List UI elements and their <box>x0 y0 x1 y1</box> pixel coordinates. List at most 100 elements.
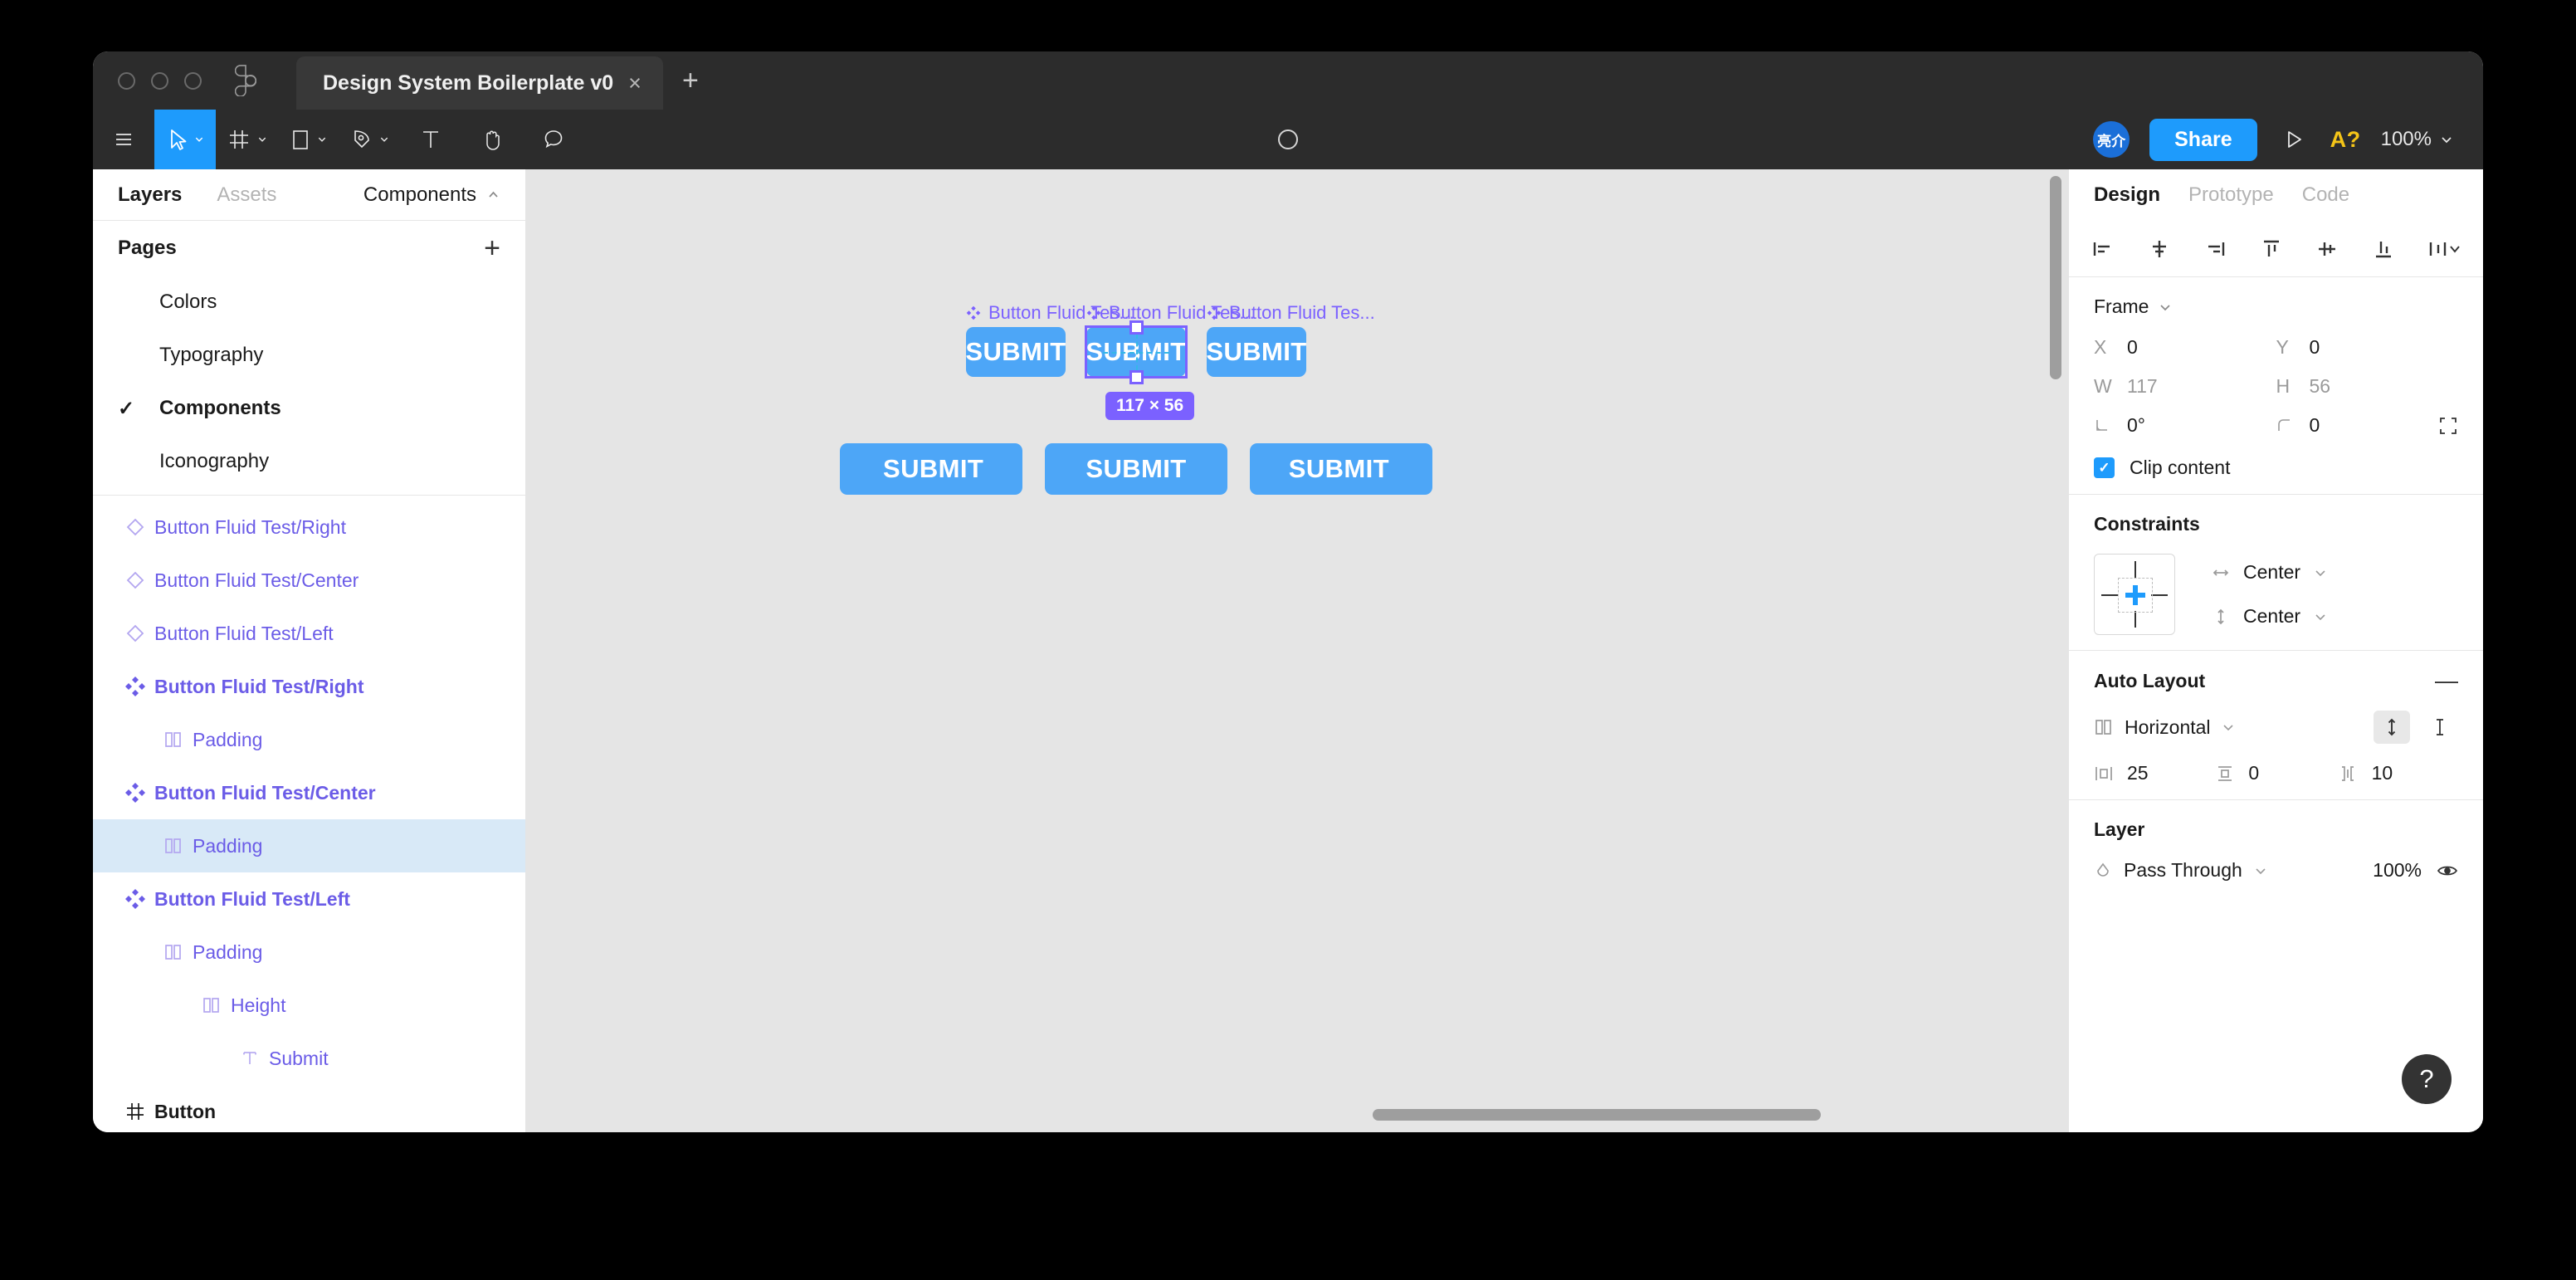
page-item-iconography[interactable]: Iconography <box>93 435 525 488</box>
blend-mode-value[interactable]: Pass Through <box>2124 859 2242 882</box>
text-tool-button[interactable] <box>400 110 461 169</box>
auto-layout-spacing-value: 25 <box>2127 762 2149 784</box>
components-dropdown[interactable]: Components <box>363 183 500 207</box>
layer-row[interactable]: Height <box>93 979 525 1032</box>
selection-size-badge: 117 × 56 <box>1105 392 1195 420</box>
corner-radius-field[interactable]: 0 <box>2276 414 2459 437</box>
x-field[interactable]: X 0 <box>2094 336 2276 359</box>
layer-name: Padding <box>193 834 263 857</box>
layer-row[interactable]: Button Fluid Test/Left <box>93 872 525 926</box>
eye-icon[interactable] <box>2437 862 2458 879</box>
layer-row[interactable]: Button <box>93 1085 525 1132</box>
frame-type-dropdown[interactable]: Frame <box>2094 296 2458 318</box>
auto-layout-spacing-field[interactable]: 25 <box>2094 762 2215 784</box>
zoom-level-dropdown[interactable]: 100% <box>2381 128 2453 151</box>
align-bottom-icon[interactable] <box>2371 237 2396 261</box>
auto-layout-gap-field[interactable]: 10 <box>2337 762 2458 784</box>
vertical-scrollbar[interactable] <box>2050 176 2061 379</box>
layer-row[interactable]: Button Fluid Test/Right <box>93 501 525 554</box>
layer-row[interactable]: Button Fluid Test/Center <box>93 554 525 607</box>
canvas[interactable]: Button Fluid Tes... SUBMIT Button Fluid Te… <box>526 169 2068 1132</box>
resize-handle-bottom[interactable] <box>1129 370 1144 384</box>
blend-mode-row: Pass Through 100% <box>2094 859 2458 882</box>
clip-content-label: Clip content <box>2130 457 2231 478</box>
new-tab-button[interactable]: + <box>663 51 718 110</box>
tab-assets[interactable]: Assets <box>217 183 276 207</box>
close-window-button[interactable] <box>118 71 135 90</box>
layer-row[interactable]: Button Fluid Test/Center <box>93 766 525 819</box>
avatar[interactable]: 亮介 <box>2093 121 2130 158</box>
remove-auto-layout-button[interactable]: — <box>2435 669 2458 692</box>
width-field[interactable]: W 117 <box>2094 375 2276 398</box>
tab-layers[interactable]: Layers <box>118 183 182 207</box>
align-right-icon[interactable] <box>2203 237 2227 261</box>
constraint-bottom-handle[interactable] <box>2134 611 2136 628</box>
page-item-typography[interactable]: Typography <box>93 329 525 382</box>
auto-layout-direction-dropdown[interactable]: Horizontal <box>2094 716 2235 739</box>
opacity-value[interactable]: 100% <box>2373 859 2422 882</box>
comment-tool-button[interactable] <box>523 110 584 169</box>
canvas-submit-button[interactable]: SUBMIT <box>1206 327 1306 377</box>
distribute-icon[interactable] <box>2427 237 2461 261</box>
pen-tool-button[interactable] <box>339 110 400 169</box>
align-vertical-center-icon[interactable] <box>2315 237 2339 261</box>
close-icon[interactable]: × <box>628 71 642 95</box>
frame-tool-button[interactable] <box>216 110 277 169</box>
present-play-button[interactable] <box>2277 128 2310 151</box>
resize-handle-top[interactable] <box>1129 320 1144 335</box>
layer-name: Padding <box>193 940 263 963</box>
layer-row[interactable]: Padding <box>93 713 525 766</box>
canvas-node-label[interactable]: Button Fluid Tes... <box>1207 302 1375 324</box>
y-field[interactable]: Y 0 <box>2276 336 2459 359</box>
align-left-icon[interactable] <box>2091 237 2115 261</box>
layer-row[interactable]: Submit <box>93 1032 525 1085</box>
expand-sizing-button[interactable] <box>2438 416 2458 436</box>
clip-content-row[interactable]: ✓ Clip content <box>2094 457 2458 479</box>
layer-row[interactable]: Button Fluid Test/Left <box>93 607 525 660</box>
layer-name: Button Fluid Test/Center <box>154 569 359 591</box>
layer-row[interactable]: Button Fluid Test/Right <box>93 660 525 713</box>
hand-tool-button[interactable] <box>461 110 523 169</box>
shape-tool-button[interactable] <box>277 110 339 169</box>
move-tool-button[interactable] <box>154 110 216 169</box>
height-field[interactable]: H 56 <box>2276 375 2459 398</box>
vertical-constraint-dropdown[interactable]: Center <box>2212 605 2327 628</box>
align-top-icon[interactable] <box>2259 237 2284 261</box>
tab-code[interactable]: Code <box>2302 183 2349 207</box>
share-button[interactable]: Share <box>2149 118 2257 161</box>
contrast-toggle-button[interactable] <box>1274 110 1302 169</box>
canvas-submit-button[interactable]: SUBMIT <box>1250 443 1432 495</box>
horizontal-scrollbar[interactable] <box>1373 1109 1821 1121</box>
tab-design[interactable]: Design <box>2094 183 2160 207</box>
help-button[interactable]: ? <box>2402 1054 2452 1104</box>
maximize-window-button[interactable] <box>184 71 202 90</box>
minimize-window-button[interactable] <box>151 71 168 90</box>
horizontal-constraint-dropdown[interactable]: Center <box>2212 561 2327 584</box>
page-item-colors[interactable]: Colors <box>93 276 525 329</box>
constraints-grid[interactable] <box>2094 554 2175 635</box>
file-tab[interactable]: Design System Boilerplate v0 × <box>296 56 663 110</box>
add-page-button[interactable]: + <box>484 234 500 262</box>
layer-name: Button Fluid Test/Left <box>154 622 334 644</box>
layer-row[interactable]: Padding <box>93 926 525 979</box>
text-baseline-button[interactable] <box>2422 711 2458 744</box>
layer-row[interactable]: Padding <box>93 819 525 872</box>
hamburger-menu-button[interactable] <box>93 110 154 169</box>
constraint-top-handle[interactable] <box>2134 561 2136 578</box>
hug-vertical-button[interactable] <box>2374 711 2410 744</box>
page-item-components[interactable]: ✓ Components <box>93 382 525 435</box>
canvas-submit-button[interactable]: SUBMIT <box>965 327 1066 377</box>
auto-layout-padding-field[interactable]: 0 <box>2215 762 2336 784</box>
vertical-padding-icon <box>2218 765 2232 781</box>
tab-prototype[interactable]: Prototype <box>2188 183 2274 207</box>
component-instance-icon <box>116 623 154 643</box>
align-horizontal-center-icon[interactable] <box>2147 237 2172 261</box>
constraint-left-handle[interactable] <box>2101 594 2118 596</box>
canvas-submit-button[interactable]: SUBMIT <box>840 443 1022 495</box>
clip-content-checkbox[interactable]: ✓ <box>2094 457 2115 478</box>
height-value: 56 <box>2309 375 2331 397</box>
rotation-field[interactable]: 0° <box>2094 414 2276 437</box>
constraint-right-handle[interactable] <box>2151 594 2168 596</box>
assistant-badge[interactable]: A? <box>2330 127 2361 153</box>
canvas-submit-button[interactable]: SUBMIT <box>1045 443 1227 495</box>
